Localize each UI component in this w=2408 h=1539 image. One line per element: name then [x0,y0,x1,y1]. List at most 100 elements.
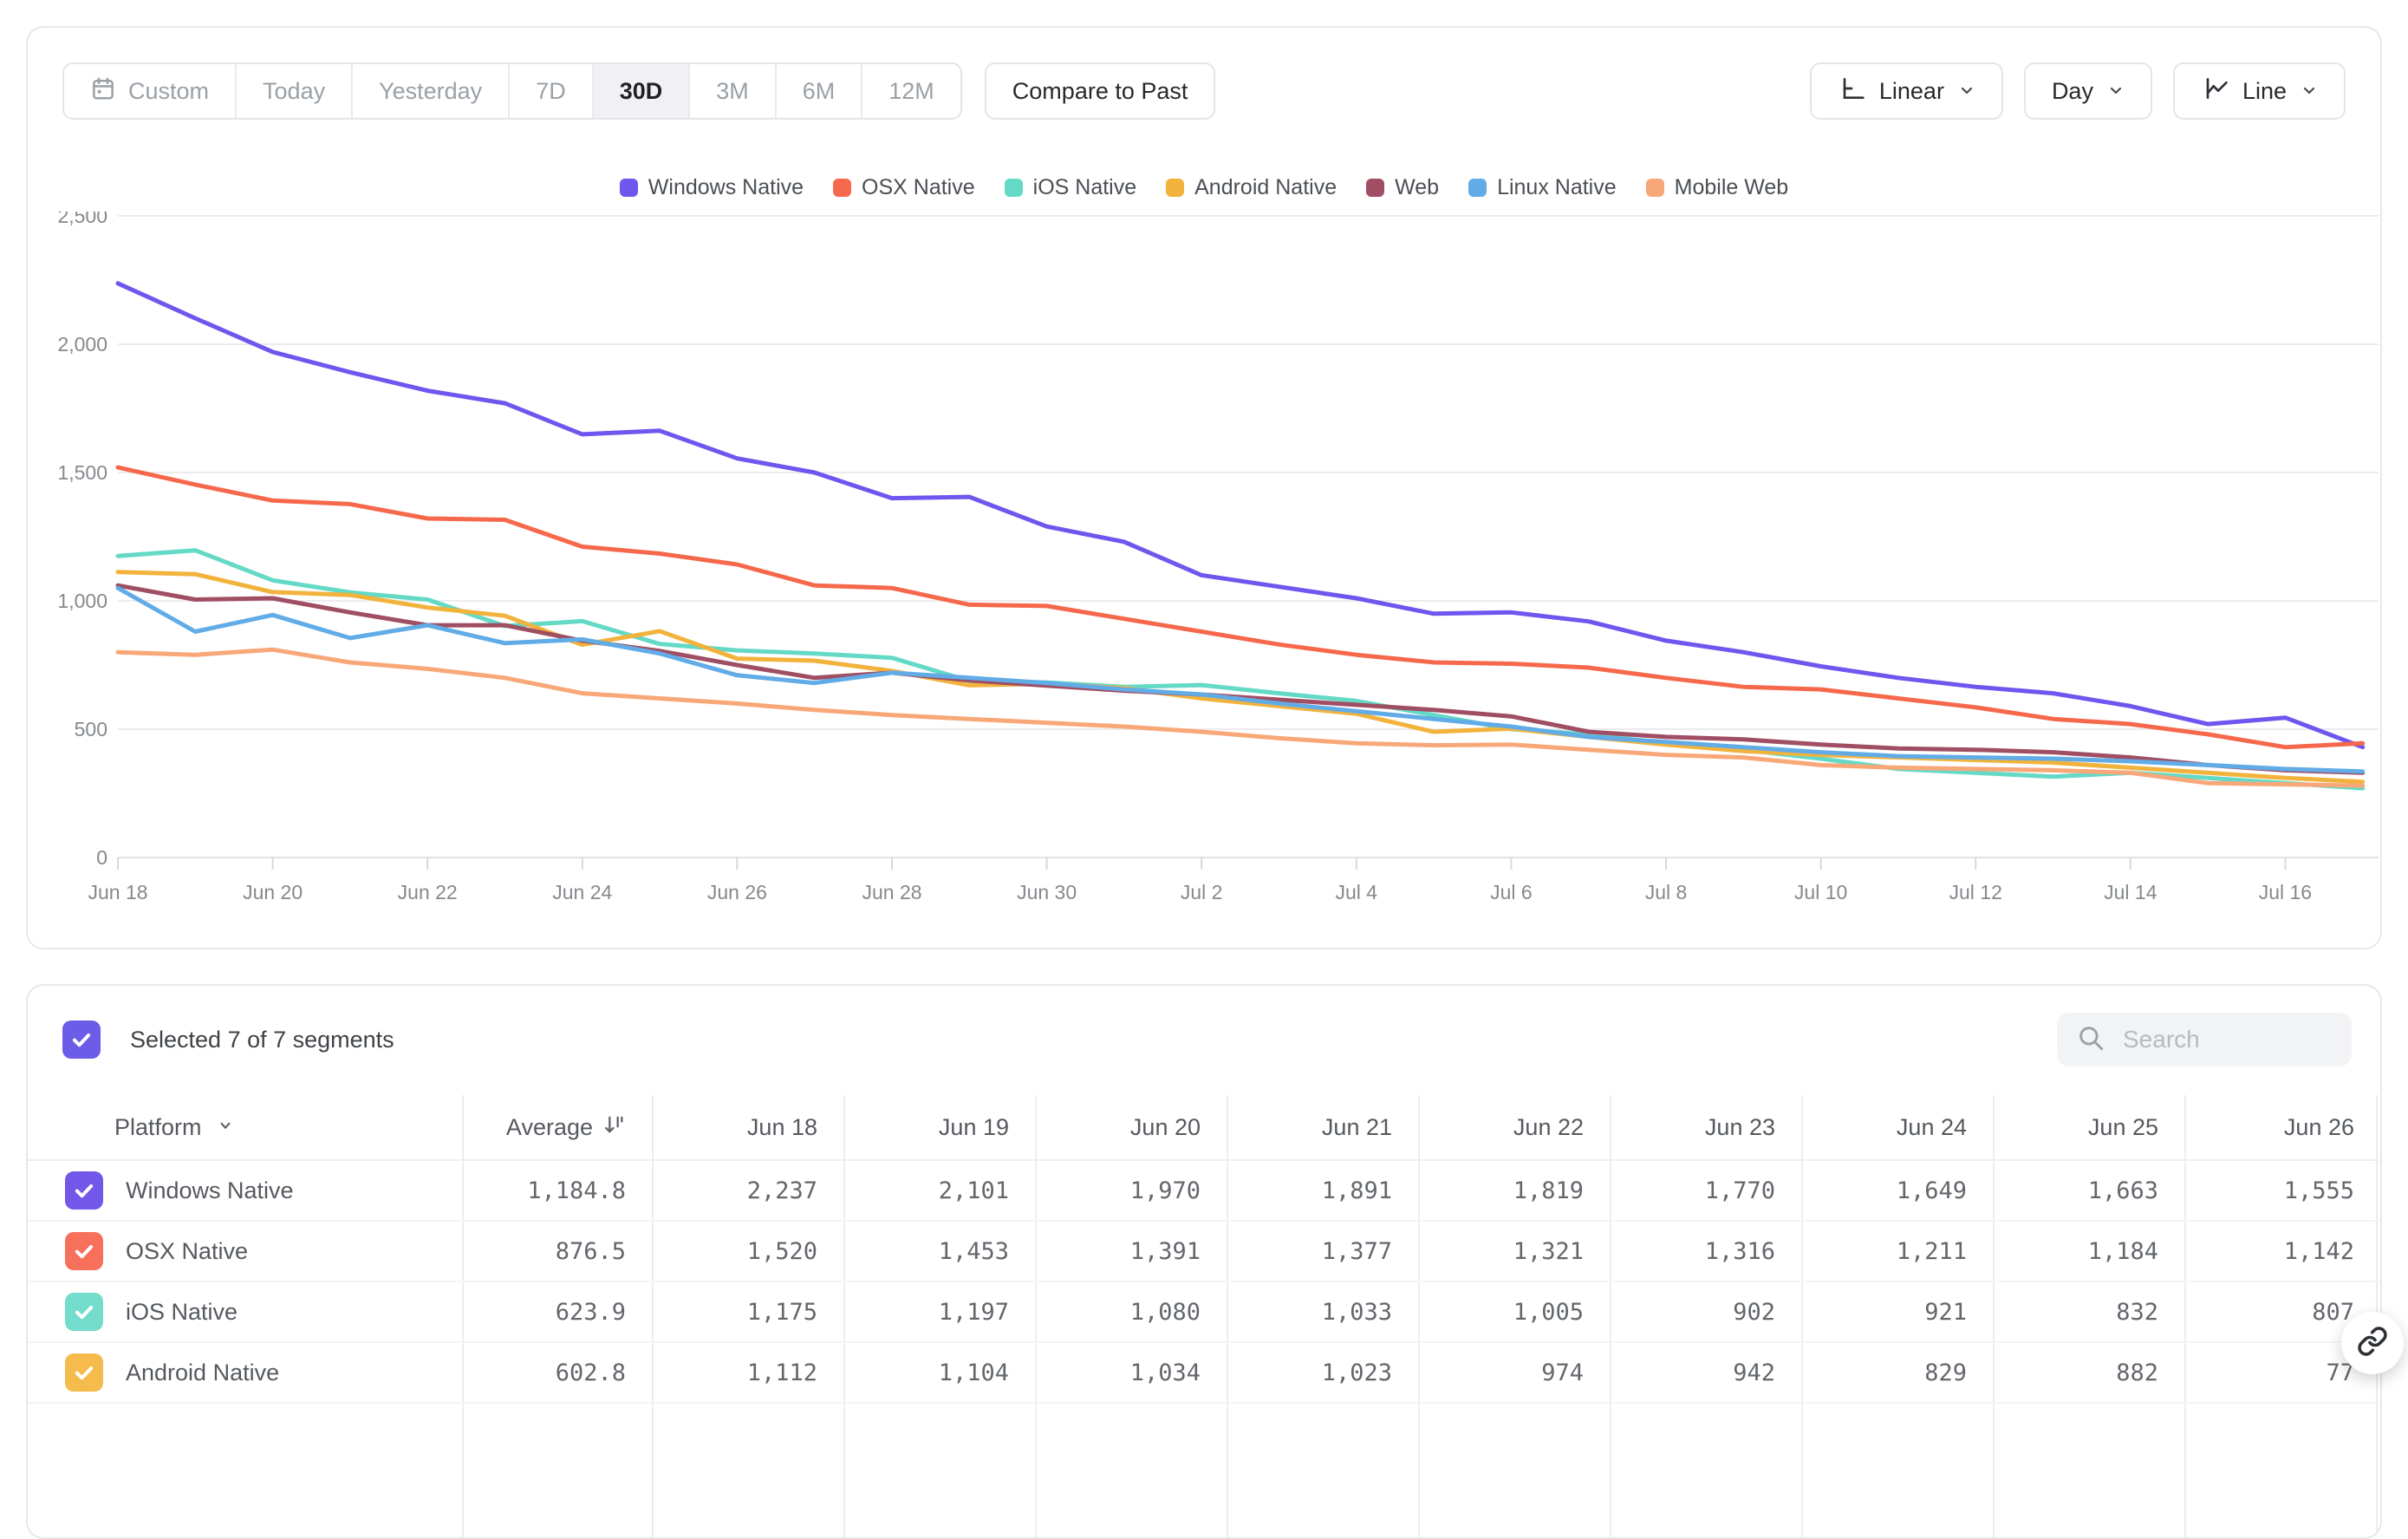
date-column-header[interactable]: Jun 19 [843,1114,1035,1141]
table-row: Windows Native1,184.82,2372,1011,9701,89… [28,1161,2380,1222]
x-axis-label: Jul 10 [1794,881,1847,903]
segment-search[interactable] [2057,1013,2352,1066]
legend-item[interactable]: Windows Native [620,175,804,200]
x-axis-label: Jul 12 [1949,881,2002,903]
segment-label: OSX Native [126,1238,248,1265]
range-today[interactable]: Today [237,64,353,118]
date-header-label: Jun 18 [747,1114,817,1141]
sort-descending-icon [602,1112,626,1143]
value-cell: 882 [1993,1360,2184,1386]
platform-column-header[interactable]: Platform [28,1114,462,1141]
legend-item[interactable]: Linux Native [1468,175,1617,200]
chart-card: Custom TodayYesterday 7D 30D3M 6M 12M Compare… [26,26,2382,949]
search-input[interactable] [2123,1026,2322,1053]
segment-label: iOS Native [126,1299,238,1326]
x-axis-label: Jun 26 [707,881,767,903]
line-chart[interactable]: 05001,0001,5002,0002,500Jun 18Jun 20Jun … [28,212,2384,931]
segments-table-card: Selected 7 of 7 segments PlatformAverage… [26,984,2382,1539]
date-column-header[interactable]: Jun 26 [2184,1114,2380,1141]
average-cell: 623.9 [462,1299,652,1326]
chart-toolbar: Custom TodayYesterday 7D 30D3M 6M 12M Compare… [62,62,2346,120]
segments-table: Platform Average Jun 18 Jun 19 Jun 20 Jun 21 J… [28,1095,2380,1537]
average-header-label: Average [506,1114,593,1141]
range-label: 6M [803,78,836,105]
date-header-label: Jun 22 [1513,1114,1584,1141]
table-row: Android Native602.81,1121,1041,0341,0239… [28,1343,2380,1404]
legend-label: Web [1395,175,1439,200]
value-cell: 1,391 [1035,1238,1227,1265]
range-6m[interactable]: 6M [777,64,863,118]
scale-dropdown[interactable]: Linear [1810,62,2003,120]
legend-swatch [1646,179,1664,197]
platform-cell: Android Native [28,1353,462,1392]
legend-swatch [1166,179,1184,197]
value-cell: 829 [1801,1360,1993,1386]
series-line-linux-native[interactable] [118,588,2363,772]
average-cell: 602.8 [462,1360,652,1386]
value-cell: 1,770 [1610,1177,1801,1204]
segment-label: Windows Native [126,1177,294,1204]
series-line-windows-native[interactable] [118,284,2363,747]
date-column-header[interactable]: Jun 21 [1227,1114,1418,1141]
value-cell: 1,005 [1418,1299,1610,1326]
date-column-header[interactable]: Jun 23 [1610,1114,1801,1141]
line-chart-icon [2201,75,2229,108]
series-line-web[interactable] [118,585,2363,773]
compare-to-past-button[interactable]: Compare to Past [985,62,1216,120]
range-yesterday[interactable]: Yesterday [353,64,510,118]
range-12m[interactable]: 12M [862,64,960,118]
legend-item[interactable]: OSX Native [833,175,975,200]
x-axis-label: Jun 22 [398,881,458,903]
legend-item[interactable]: Mobile Web [1646,175,1789,200]
legend-swatch [620,179,638,197]
interval-dropdown[interactable]: Day [2024,62,2152,120]
table-row: iOS Native623.91,1751,1971,0801,0331,005… [28,1282,2380,1343]
value-cell: 1,184 [1993,1238,2184,1265]
value-cell: 1,175 [652,1299,843,1326]
value-cell: 1,649 [1801,1177,1993,1204]
x-axis-label: Jun 18 [88,881,147,903]
value-cell: 1,112 [652,1360,843,1386]
segment-checkbox[interactable] [65,1232,103,1270]
date-header-label: Jun 19 [939,1114,1009,1141]
date-column-header[interactable]: Jun 20 [1035,1114,1227,1141]
value-cell: 1,377 [1227,1238,1418,1265]
legend-item[interactable]: iOS Native [1005,175,1136,200]
range-30d[interactable]: 30D [594,64,691,118]
range-3m[interactable]: 3M [690,64,777,118]
y-axis-label: 1,000 [57,590,107,612]
x-axis-label: Jun 20 [243,881,303,903]
legend-item[interactable]: Android Native [1166,175,1337,200]
value-cell: 1,891 [1227,1177,1418,1204]
value-cell: 1,104 [843,1360,1035,1386]
segment-checkbox[interactable] [65,1293,103,1331]
copy-link-button[interactable] [2341,1312,2404,1374]
segment-checkbox[interactable] [65,1171,103,1210]
value-cell: 1,080 [1035,1299,1227,1326]
x-axis-label: Jun 24 [552,881,612,903]
legend-item[interactable]: Web [1366,175,1439,200]
chart-type-dropdown[interactable]: Line [2173,62,2346,120]
value-cell: 1,316 [1610,1238,1801,1265]
y-axis-label: 500 [75,718,107,740]
date-column-header[interactable]: Jun 24 [1801,1114,1993,1141]
chevron-down-icon [216,1114,235,1141]
series-line-mobile-web[interactable] [118,649,2363,786]
segment-checkbox[interactable] [65,1353,103,1392]
range-custom[interactable]: Custom [64,64,237,118]
select-all-checkbox[interactable] [62,1021,101,1059]
chart-type-label: Line [2242,78,2287,105]
average-column-header[interactable]: Average [462,1112,652,1143]
x-axis-label: Jul 14 [2104,881,2157,903]
date-column-header[interactable]: Jun 18 [652,1114,843,1141]
range-label: Custom [128,78,209,105]
range-7d[interactable]: 7D [510,64,594,118]
scale-label: Linear [1879,78,1944,105]
calendar-icon [90,75,116,108]
date-column-header[interactable]: Jun 22 [1418,1114,1610,1141]
range-label: 7D [536,78,566,105]
date-column-header[interactable]: Jun 25 [1993,1114,2184,1141]
date-header-label: Jun 20 [1130,1114,1201,1141]
interval-label: Day [2052,78,2093,105]
value-cell: 1,142 [2184,1238,2380,1265]
